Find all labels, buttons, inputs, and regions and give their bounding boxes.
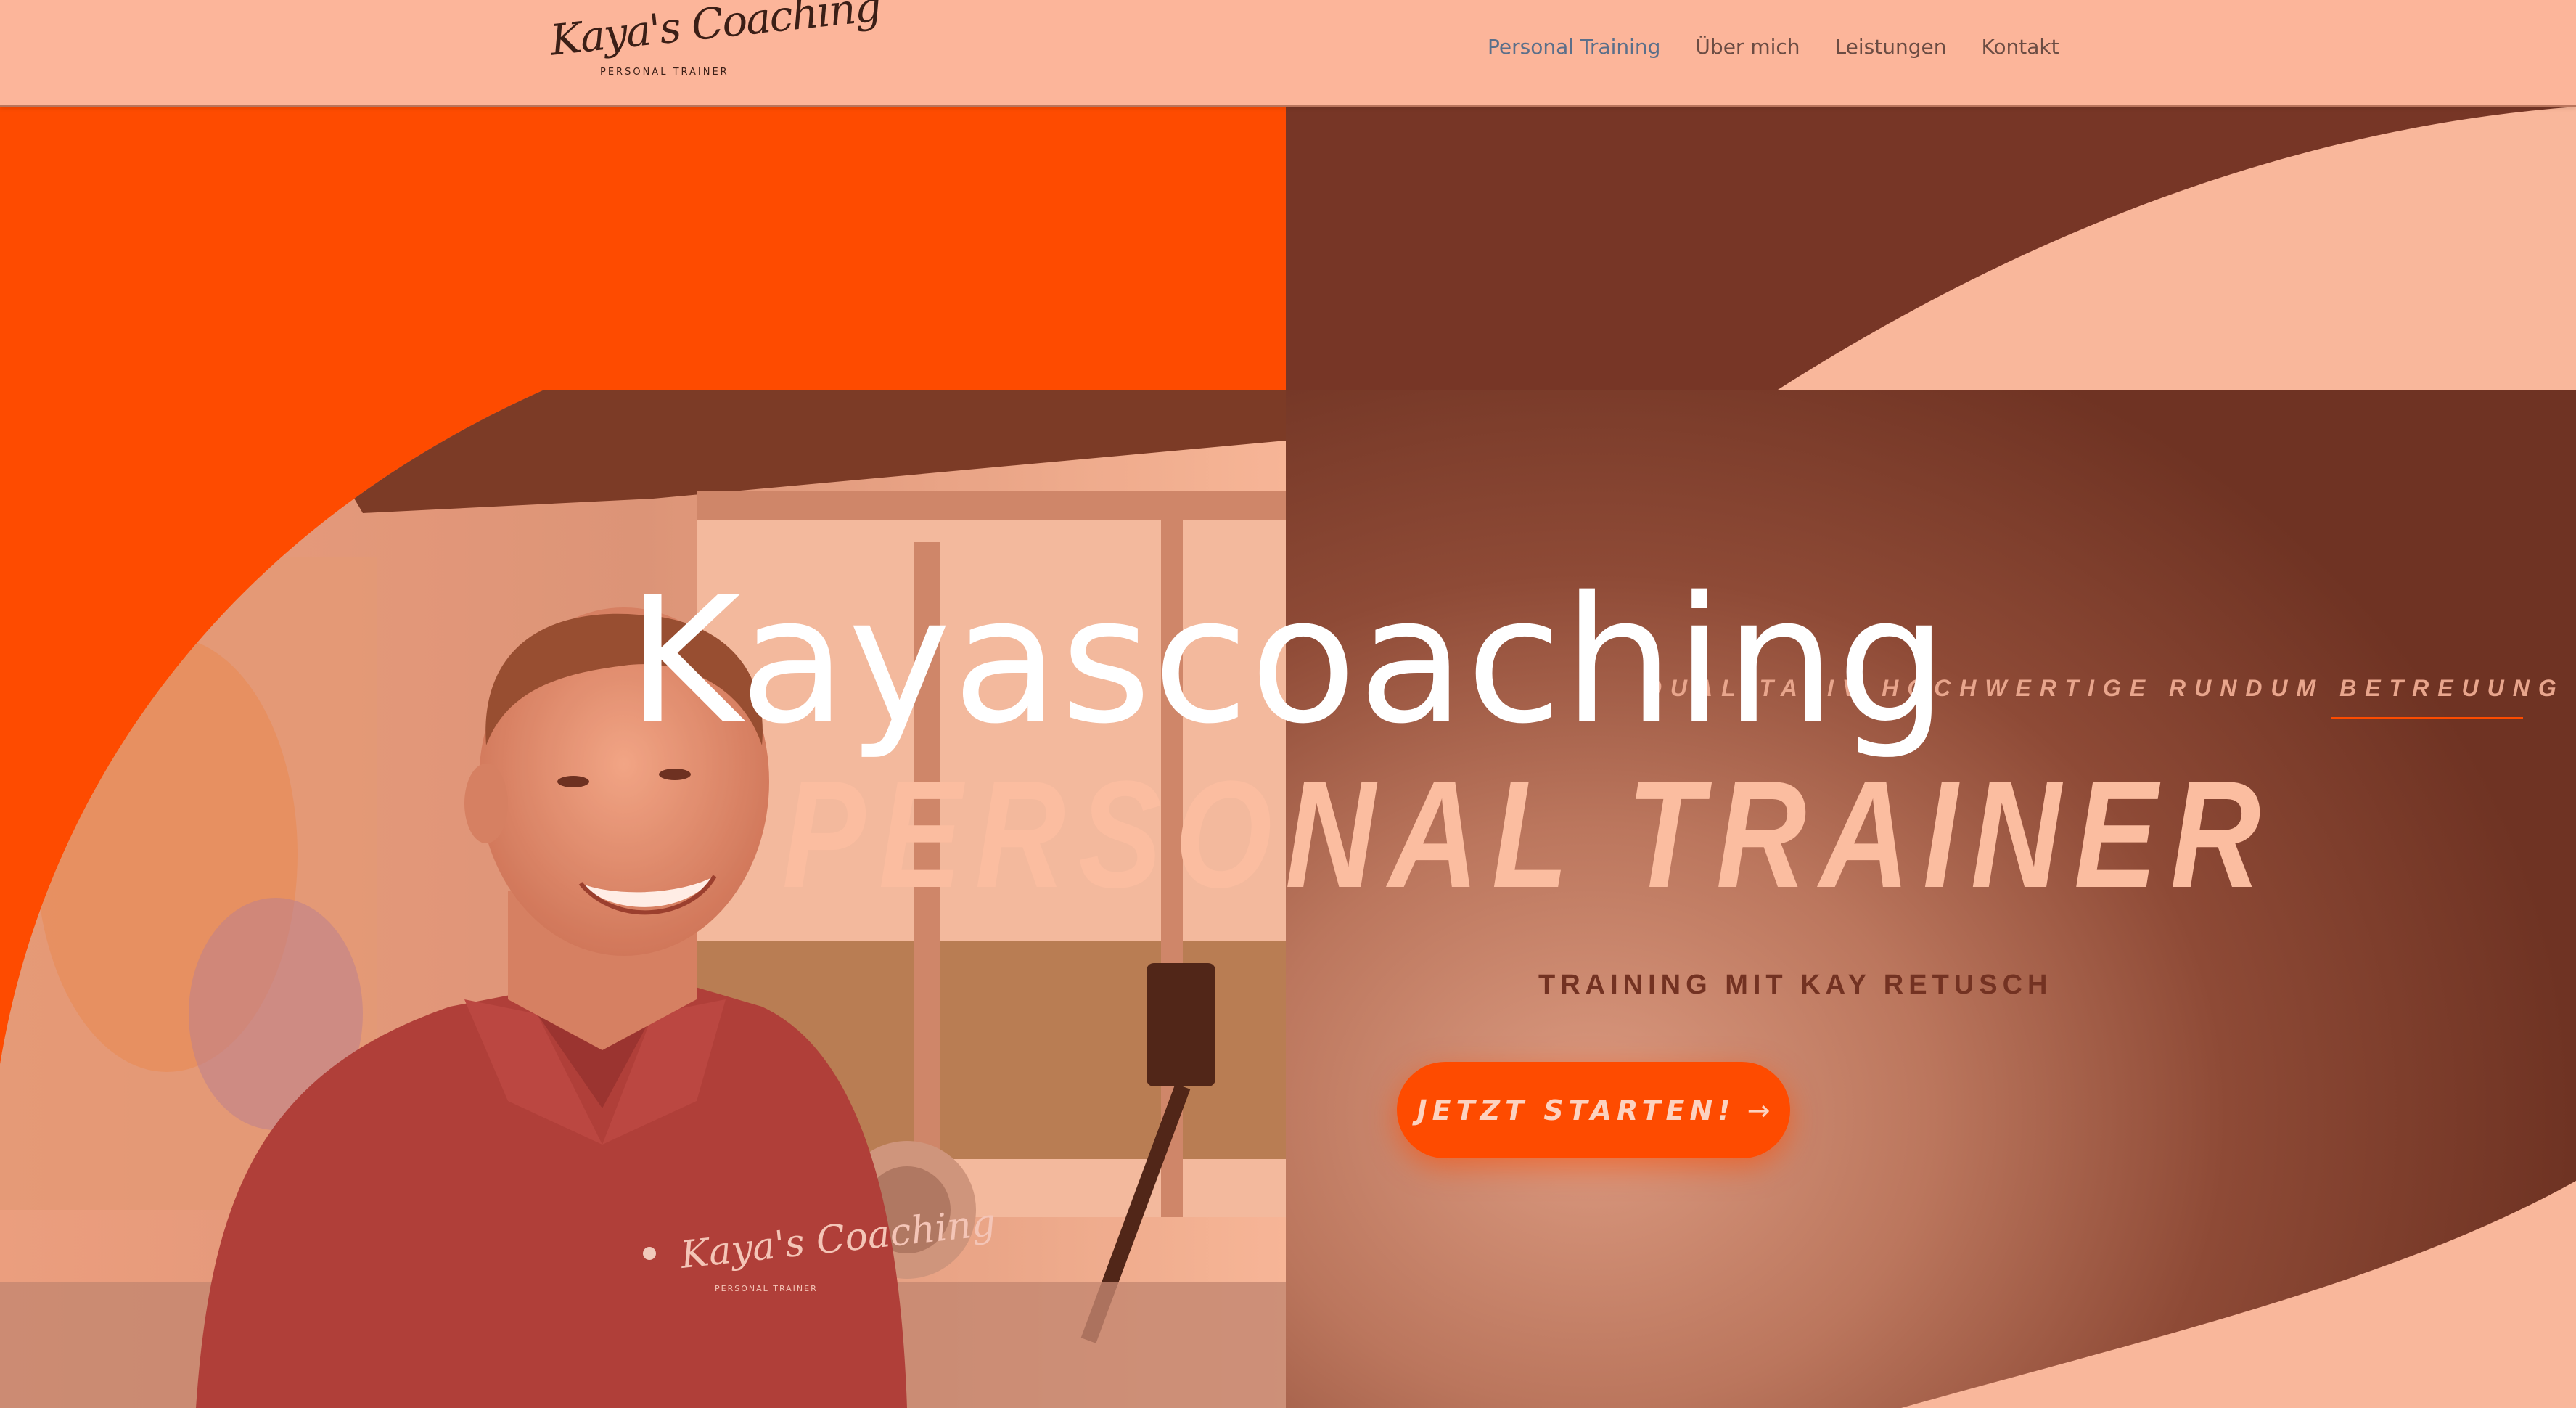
nav-item-kontakt[interactable]: Kontakt (1981, 35, 2059, 59)
main-nav: Personal Training Über mich Leistungen K… (1488, 35, 2059, 59)
nav-item-ueber-mich[interactable]: Über mich (1695, 35, 1800, 59)
site-header: Kaya's Coaching PERSONAL TRAINER Persona… (0, 0, 2576, 107)
arrow-right-icon: → (1747, 1094, 1771, 1126)
cta-label: JETZT STARTEN! (1416, 1094, 1736, 1126)
site-title: Kayascoaching (627, 559, 1949, 762)
nav-item-personal-training[interactable]: Personal Training (1488, 35, 1660, 59)
cta-start-button[interactable]: JETZT STARTEN! → (1397, 1062, 1790, 1158)
logo-script-text: Kaya's Coaching (548, 0, 882, 65)
logo-subtitle: PERSONAL TRAINER (600, 67, 729, 78)
bottom-right-curve (1901, 1181, 2576, 1408)
site-logo[interactable]: Kaya's Coaching PERSONAL TRAINER (548, 0, 882, 81)
hero-subheadline: TRAINING MIT KAY RETUSCH (1538, 970, 2053, 1000)
nav-item-leistungen[interactable]: Leistungen (1835, 35, 1947, 59)
hero-headline: PERSONAL TRAINER (782, 749, 2274, 920)
